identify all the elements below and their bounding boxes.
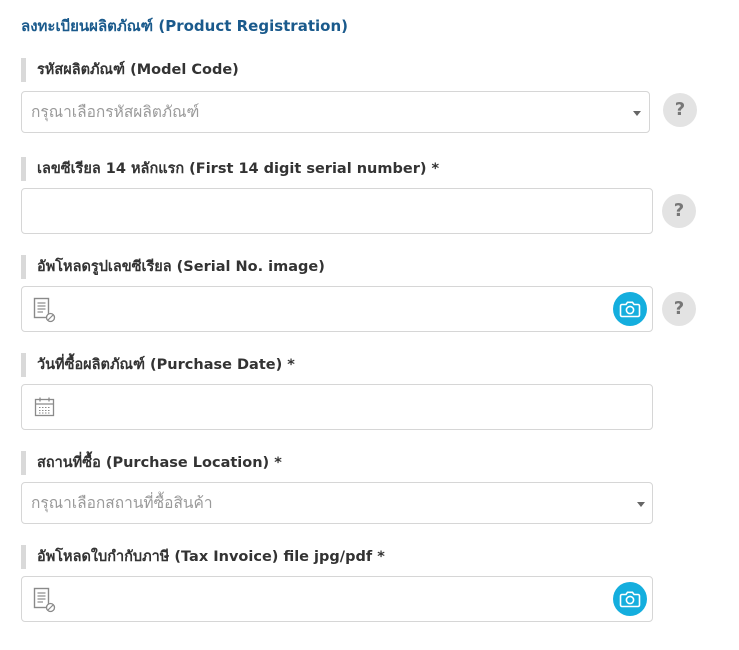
purchase-location-label: สถานที่ซื้อ (Purchase Location) * xyxy=(21,451,282,475)
camera-icon xyxy=(619,301,641,318)
model-code-select[interactable]: กรุณาเลือกรหัสผลิตภัณฑ์ xyxy=(21,91,650,133)
serial-number-label: เลขซีเรียล 14 หลักแรก (First 14 digit se… xyxy=(21,157,439,181)
purchase-location-placeholder: กรุณาเลือกสถานที่ซื้อสินค้า xyxy=(31,494,213,512)
calendar-icon xyxy=(34,396,56,418)
serial-number-input[interactable] xyxy=(21,188,653,234)
serial-image-camera-button[interactable] xyxy=(613,292,647,326)
model-code-placeholder: กรุณาเลือกรหัสผลิตภัณฑ์ xyxy=(31,103,200,121)
purchase-location-select[interactable]: กรุณาเลือกสถานที่ซื้อสินค้า xyxy=(21,482,653,524)
serial-number-help-button[interactable]: ? xyxy=(662,194,696,228)
tax-invoice-upload-field[interactable] xyxy=(21,576,653,622)
page-title: ลงทะเบียนผลิตภัณฑ์ (Product Registration… xyxy=(21,17,348,35)
document-icon xyxy=(33,297,57,323)
caret-down-icon xyxy=(633,111,641,116)
purchase-date-label: วันที่ซื้อผลิตภัณฑ์ (Purchase Date) * xyxy=(21,353,295,377)
model-code-help-button[interactable]: ? xyxy=(663,93,697,127)
model-code-label: รหัสผลิตภัณฑ์ (Model Code) xyxy=(21,58,239,82)
serial-image-upload-field[interactable] xyxy=(21,286,653,332)
tax-invoice-camera-button[interactable] xyxy=(613,582,647,616)
tax-invoice-label: อัพโหลดใบกำกับภาษี (Tax Invoice) file jp… xyxy=(21,545,385,569)
camera-icon xyxy=(619,591,641,608)
purchase-date-input[interactable] xyxy=(21,384,653,430)
caret-down-icon xyxy=(637,502,645,507)
document-icon xyxy=(33,587,57,613)
serial-image-help-button[interactable]: ? xyxy=(662,292,696,326)
serial-image-label: อัพโหลดรูปเลขซีเรียล (Serial No. image) xyxy=(21,255,325,279)
